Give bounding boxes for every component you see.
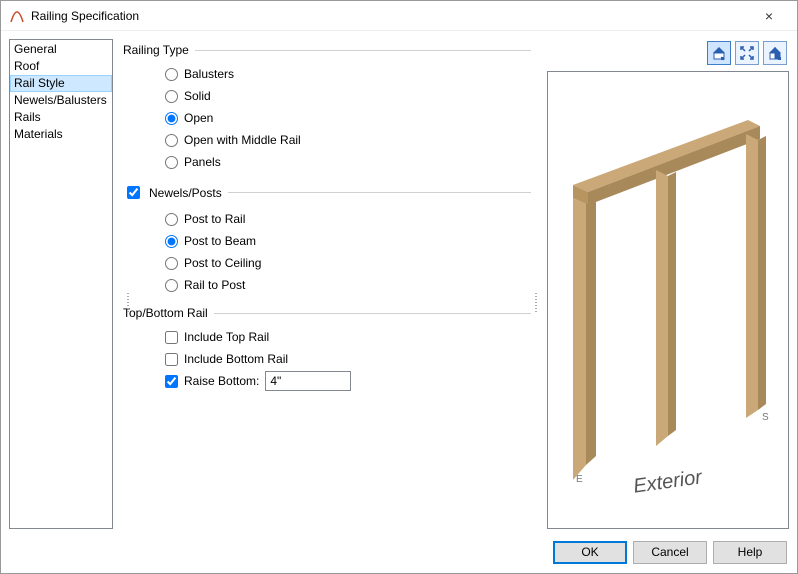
label-post-to-beam: Post to Beam bbox=[184, 234, 256, 248]
titlebar: Railing Specification × bbox=[1, 1, 797, 31]
label-balusters: Balusters bbox=[184, 67, 234, 81]
ok-button[interactable]: OK bbox=[553, 541, 627, 564]
checkbox-include-top-rail[interactable] bbox=[165, 331, 178, 344]
sidebar-item-general[interactable]: General bbox=[10, 41, 112, 58]
divider bbox=[195, 50, 531, 51]
house-half-icon bbox=[767, 45, 783, 61]
label-raise-bottom: Raise Bottom: bbox=[184, 374, 259, 388]
radio-balusters[interactable] bbox=[165, 68, 178, 81]
house-color-icon bbox=[711, 45, 727, 61]
label-panels: Panels bbox=[184, 155, 221, 169]
form-column: Railing Type Balusters Solid Open Open w… bbox=[119, 39, 535, 529]
preview-caption: Exterior bbox=[632, 466, 705, 498]
axis-e-label: E bbox=[576, 474, 583, 485]
label-include-top-rail: Include Top Rail bbox=[184, 330, 269, 344]
main-panel: Railing Type Balusters Solid Open Open w… bbox=[119, 39, 789, 529]
radio-solid[interactable] bbox=[165, 90, 178, 103]
sidebar-item-roof[interactable]: Roof bbox=[10, 58, 112, 75]
checkbox-include-bottom-rail[interactable] bbox=[165, 353, 178, 366]
divider bbox=[228, 192, 531, 193]
splitter-handle-left[interactable] bbox=[125, 293, 131, 313]
preview-viewport[interactable]: E S Exterior bbox=[547, 71, 789, 529]
checkbox-newels-posts[interactable] bbox=[127, 186, 140, 199]
splitter-handle-right[interactable] bbox=[533, 293, 539, 313]
dialog-buttons: OK Cancel Help bbox=[1, 537, 797, 573]
expand-arrows-icon bbox=[739, 45, 755, 61]
label-post-to-rail: Post to Rail bbox=[184, 212, 245, 226]
zoom-extents-button[interactable] bbox=[735, 41, 759, 65]
axis-s-label: S bbox=[762, 412, 769, 423]
dialog-title: Railing Specification bbox=[31, 9, 749, 23]
sidebar-item-newels-balusters[interactable]: Newels/Balusters bbox=[10, 92, 112, 109]
help-button[interactable]: Help bbox=[713, 541, 787, 564]
final-view-button[interactable] bbox=[763, 41, 787, 65]
label-open: Open bbox=[184, 111, 213, 125]
radio-post-to-ceiling[interactable] bbox=[165, 257, 178, 270]
preview-3d: E S Exterior bbox=[548, 72, 788, 528]
group-title-newels-posts: Newels/Posts bbox=[149, 186, 222, 200]
radio-rail-to-post[interactable] bbox=[165, 279, 178, 292]
label-post-to-ceiling: Post to Ceiling bbox=[184, 256, 261, 270]
preview-toolbar bbox=[547, 39, 789, 67]
sidebar-item-materials[interactable]: Materials bbox=[10, 126, 112, 143]
preview-column: E S Exterior bbox=[547, 39, 789, 529]
group-title-top-bottom: Top/Bottom Rail bbox=[123, 306, 208, 320]
close-button[interactable]: × bbox=[749, 8, 789, 24]
radio-post-to-rail[interactable] bbox=[165, 213, 178, 226]
label-solid: Solid bbox=[184, 89, 211, 103]
checkbox-raise-bottom[interactable] bbox=[165, 375, 178, 388]
sidebar-item-rail-style[interactable]: Rail Style bbox=[10, 75, 112, 92]
sidebar-item-rails[interactable]: Rails bbox=[10, 109, 112, 126]
label-rail-to-post: Rail to Post bbox=[184, 278, 245, 292]
input-raise-bottom[interactable] bbox=[265, 371, 351, 391]
divider bbox=[214, 313, 531, 314]
group-newels-posts: Newels/Posts Post to Rail Post to Beam P… bbox=[123, 183, 531, 296]
label-open-middle: Open with Middle Rail bbox=[184, 133, 301, 147]
category-list: General Roof Rail Style Newels/Balusters… bbox=[9, 39, 113, 529]
app-icon bbox=[9, 8, 25, 24]
radio-post-to-beam[interactable] bbox=[165, 235, 178, 248]
radio-open[interactable] bbox=[165, 112, 178, 125]
cancel-button[interactable]: Cancel bbox=[633, 541, 707, 564]
dialog-window: Railing Specification × General Roof Rai… bbox=[0, 0, 798, 574]
dialog-body: General Roof Rail Style Newels/Balusters… bbox=[1, 31, 797, 537]
group-title-railing-type: Railing Type bbox=[123, 43, 189, 57]
group-railing-type: Railing Type Balusters Solid Open Open w… bbox=[123, 43, 531, 173]
color-toggle-button[interactable] bbox=[707, 41, 731, 65]
group-top-bottom-rail: Top/Bottom Rail Include Top Rail Include… bbox=[123, 306, 531, 392]
radio-panels[interactable] bbox=[165, 156, 178, 169]
radio-open-middle[interactable] bbox=[165, 134, 178, 147]
label-include-bottom-rail: Include Bottom Rail bbox=[184, 352, 288, 366]
